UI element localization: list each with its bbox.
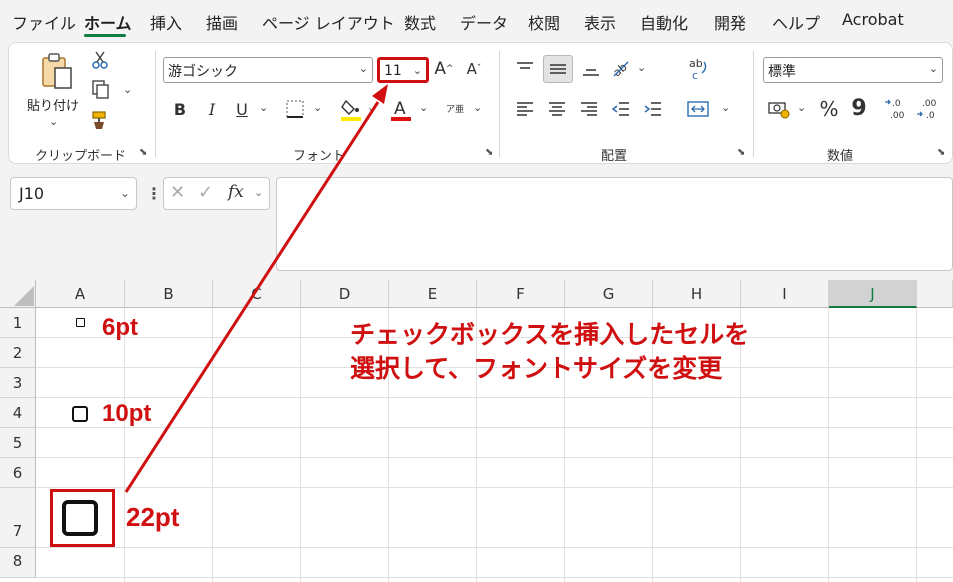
instruction-line-2: 選択して、フォントサイズを変更 bbox=[350, 354, 723, 383]
instruction-line-1: チェックボックスを挿入したセルを bbox=[350, 320, 750, 349]
label-22pt: 22pt bbox=[126, 502, 180, 532]
annotation-arrow bbox=[124, 84, 388, 493]
instruction-text: チェックボックスを挿入したセルを 選択して、フォントサイズを変更 bbox=[350, 318, 749, 386]
label-10pt: 10pt bbox=[102, 400, 152, 427]
label-6pt: 6pt bbox=[102, 314, 138, 341]
